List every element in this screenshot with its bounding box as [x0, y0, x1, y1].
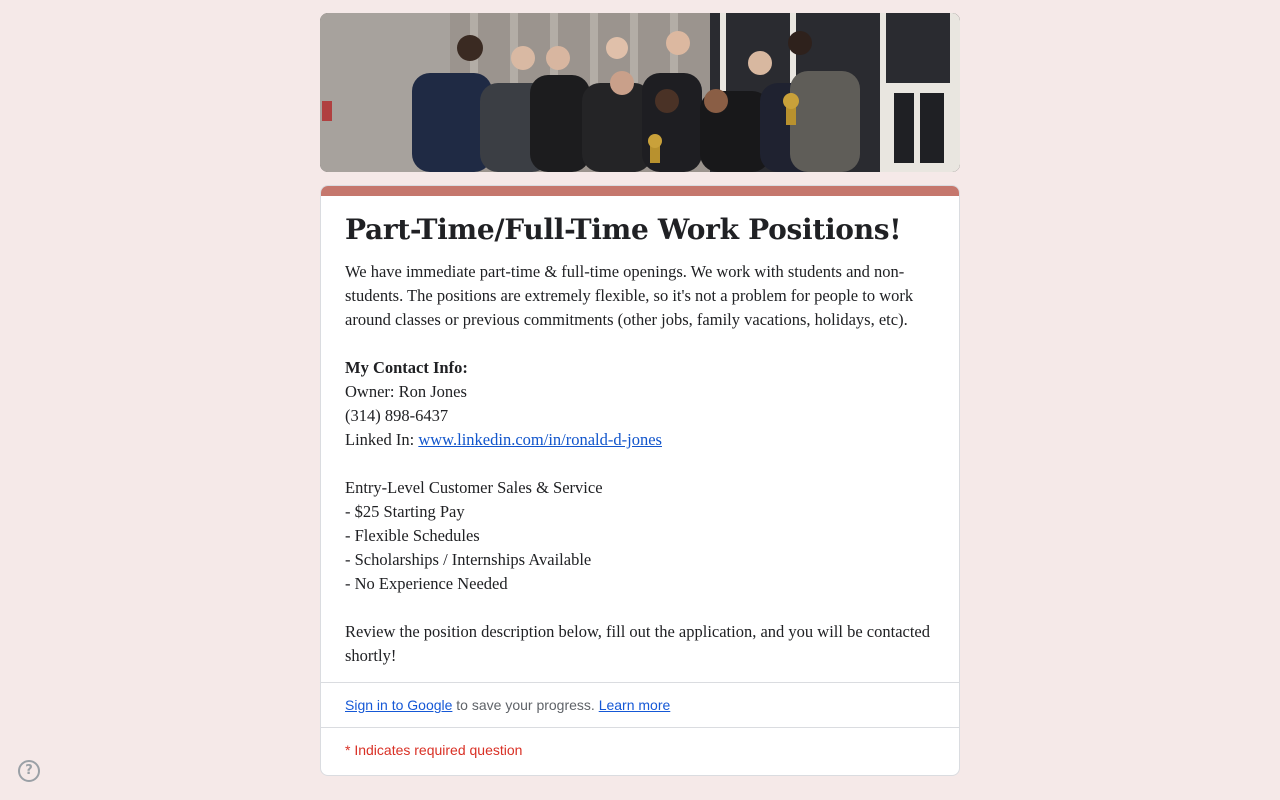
perk-item: - Flexible Schedules	[345, 526, 480, 545]
help-button[interactable]: ?	[18, 760, 40, 782]
signin-notice: Sign in to Google to save your progress.…	[321, 682, 959, 727]
form-page: Part-Time/Full-Time Work Positions! We h…	[0, 0, 1280, 800]
perk-item: - $25 Starting Pay	[345, 502, 465, 521]
contact-phone: (314) 898-6437	[345, 406, 449, 425]
perk-item: - No Experience Needed	[345, 574, 508, 593]
question-mark-icon: ?	[25, 763, 33, 778]
form-description: We have immediate part-time & full-time …	[345, 260, 935, 668]
contact-linkedin: Linked In: www.linkedin.com/in/ronald-d-…	[345, 428, 935, 452]
required-question-note: * Indicates required question	[321, 727, 959, 775]
header-banner-image	[320, 13, 960, 172]
perk-item: - Scholarships / Internships Available	[345, 550, 592, 569]
position-title: Entry-Level Customer Sales & Service	[345, 478, 603, 497]
description-intro: We have immediate part-time & full-time …	[345, 262, 914, 329]
signin-text: to save your progress.	[452, 697, 599, 713]
contact-heading: My Contact Info:	[345, 358, 468, 377]
form-title: Part-Time/Full-Time Work Positions!	[345, 213, 902, 246]
linkedin-label: Linked In:	[345, 430, 419, 449]
description-closing: Review the position description below, f…	[345, 622, 931, 665]
contact-owner: Owner: Ron Jones	[345, 382, 467, 401]
card-accent-bar	[321, 186, 959, 196]
form-header-card: Part-Time/Full-Time Work Positions! We h…	[320, 185, 960, 776]
learn-more-link[interactable]: Learn more	[599, 697, 671, 713]
linkedin-link[interactable]: www.linkedin.com/in/ronald-d-jones	[418, 430, 662, 449]
signin-link[interactable]: Sign in to Google	[345, 697, 452, 713]
